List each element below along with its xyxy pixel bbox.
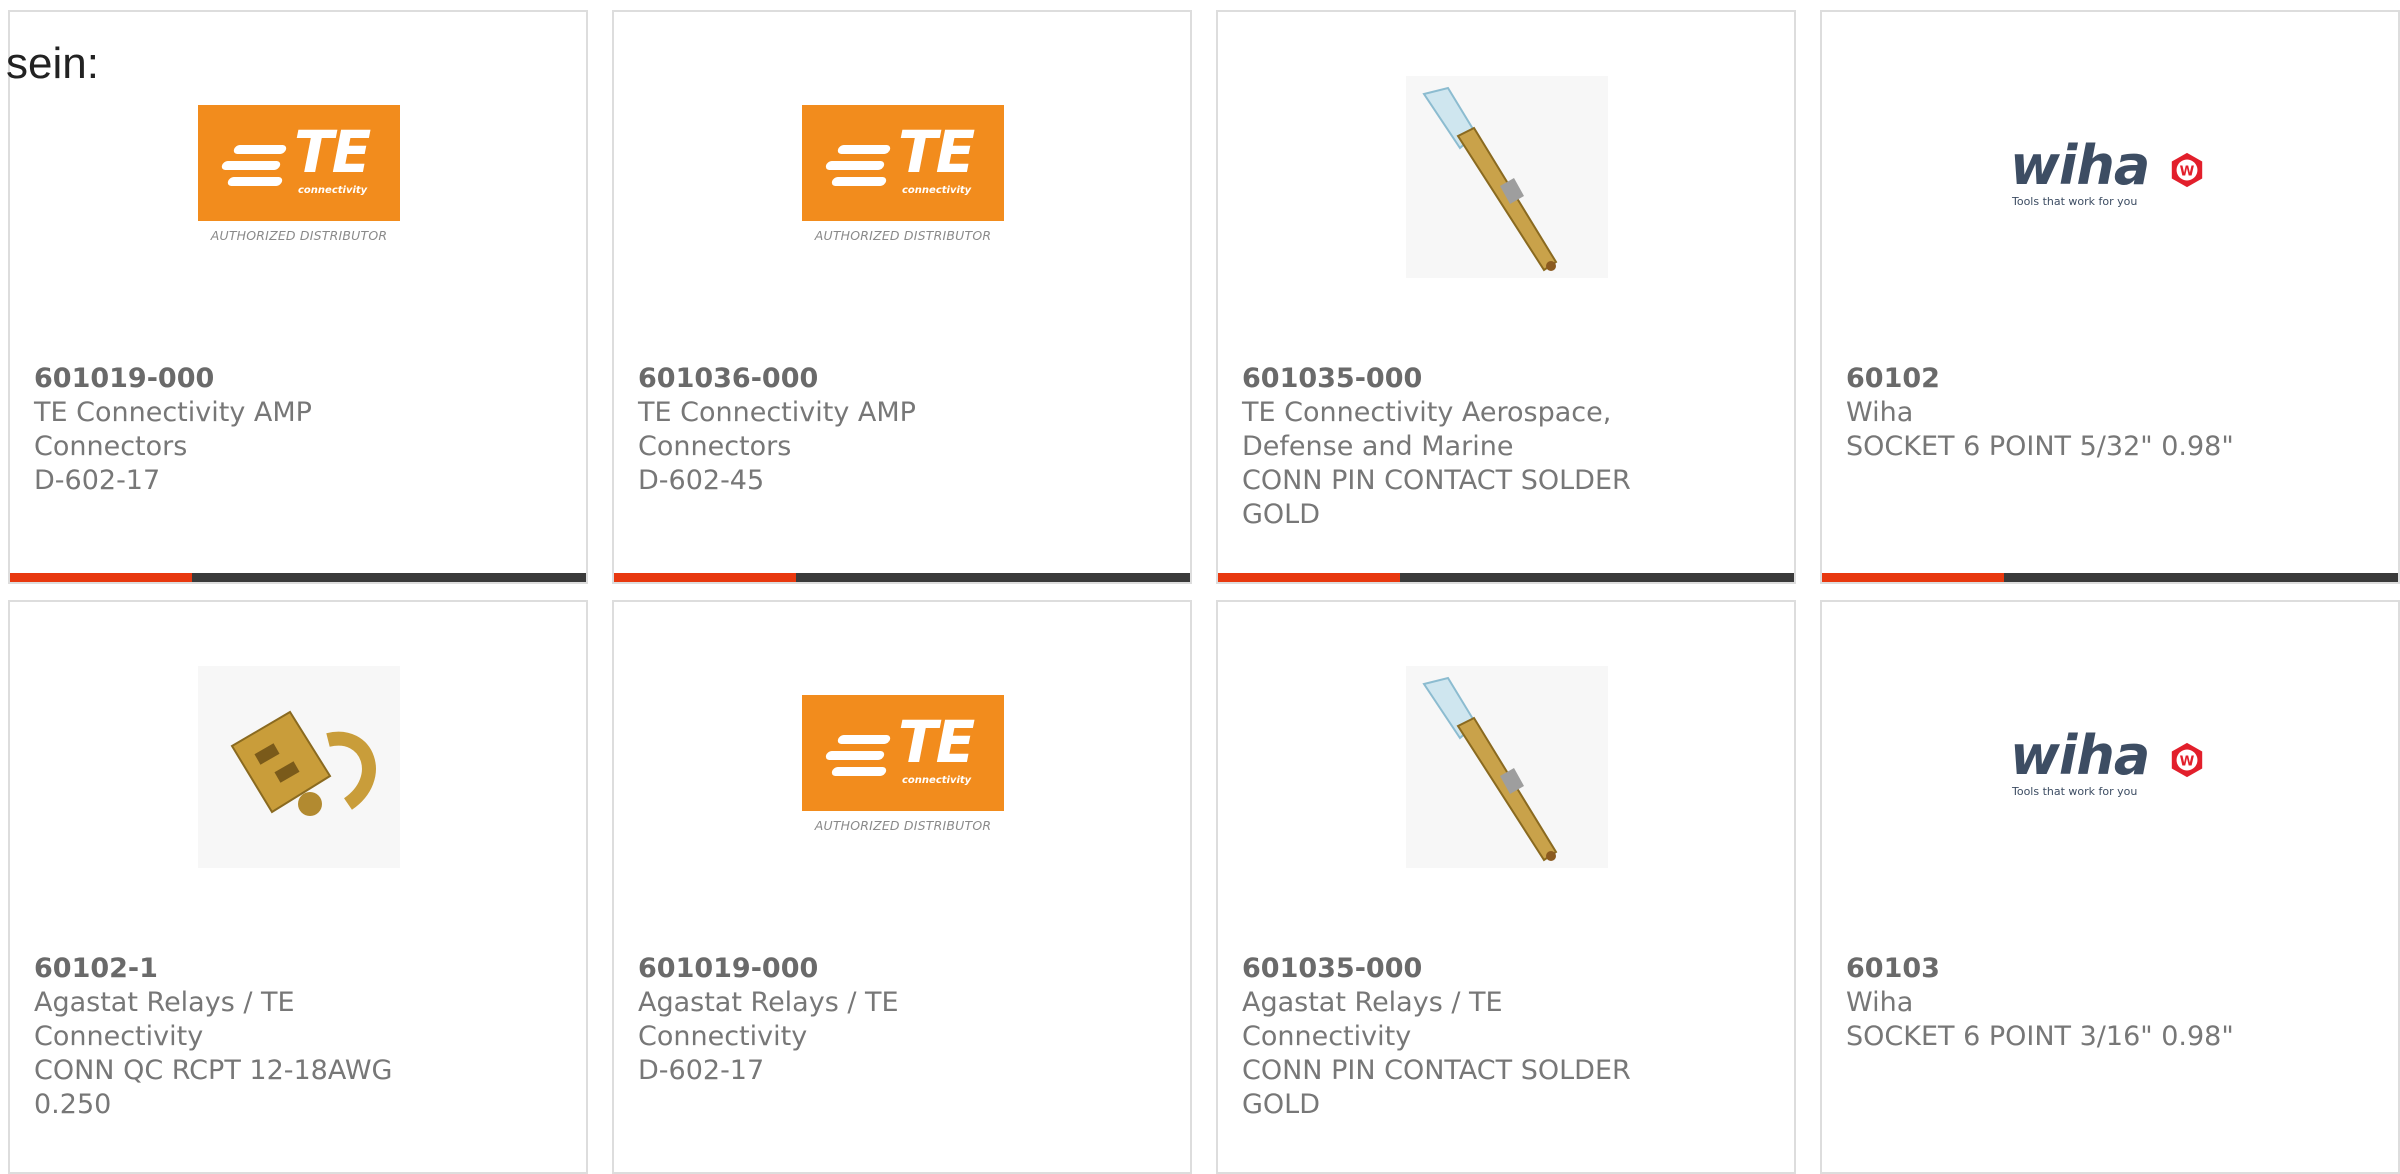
product-info: 601035-000 TE Connectivity Aerospace, De…	[1242, 362, 1762, 532]
wiha-badge-icon: W	[2171, 742, 2203, 778]
pin-contact-photo	[1406, 666, 1608, 868]
product-image[interactable]: wiha W Tools that work for you	[2010, 666, 2212, 868]
product-card[interactable]: TE connectivity AUTHORIZED DISTRIBUTOR 6…	[8, 10, 588, 584]
part-number[interactable]: 601035-000	[1242, 952, 1762, 986]
wiha-word: wiha	[2010, 134, 2150, 197]
part-number[interactable]: 60102-1	[34, 952, 554, 986]
wiha-logo: wiha W Tools that work for you	[2010, 137, 2212, 217]
manufacturer: Wiha	[1846, 397, 1914, 428]
description: CONN PIN CONTACT SOLDER GOLD	[1242, 465, 1631, 530]
product-image[interactable]	[1406, 666, 1608, 868]
wiha-word: wiha	[2010, 724, 2150, 787]
product-grid: TE connectivity AUTHORIZED DISTRIBUTOR 6…	[0, 0, 2400, 1174]
te-connectivity-logo: TE connectivity AUTHORIZED DISTRIBUTOR	[198, 104, 400, 250]
svg-text:W: W	[2180, 165, 2195, 180]
card-bar-accent	[10, 573, 192, 582]
card-bar	[10, 573, 586, 582]
description: CONN QC RCPT 12-18AWG 0.250	[34, 1055, 393, 1120]
description: D-602-45	[638, 465, 765, 496]
te-caption: AUTHORIZED DISTRIBUTOR	[814, 817, 992, 833]
card-bar-accent	[1218, 573, 1400, 582]
card-bar	[614, 573, 1190, 582]
product-card[interactable]: wiha W Tools that work for you 60102 Wih…	[1820, 10, 2400, 584]
te-connectivity-logo: TE connectivity AUTHORIZED DISTRIBUTOR	[802, 104, 1004, 250]
quick-connect-photo	[198, 666, 400, 868]
product-image[interactable]: TE connectivity AUTHORIZED DISTRIBUTOR	[198, 76, 400, 278]
part-number[interactable]: 601019-000	[34, 362, 554, 396]
part-number[interactable]: 60102	[1846, 362, 2366, 396]
manufacturer: TE Connectivity AMP Connectors	[34, 397, 312, 462]
card-bar	[1218, 573, 1794, 582]
te-mark: TE	[294, 117, 371, 186]
te-sub: connectivity	[902, 774, 972, 786]
manufacturer: Agastat Relays / TE Connectivity	[34, 987, 295, 1052]
manufacturer: TE Connectivity AMP Connectors	[638, 397, 916, 462]
svg-text:W: W	[2180, 755, 2195, 770]
te-logo-box: TE connectivity	[802, 694, 1004, 811]
te-caption: AUTHORIZED DISTRIBUTOR	[814, 227, 992, 243]
te-connectivity-logo: TE connectivity AUTHORIZED DISTRIBUTOR	[802, 694, 1004, 840]
product-info: 601036-000 TE Connectivity AMP Connector…	[638, 362, 1158, 498]
product-card[interactable]: 601035-000 Agastat Relays / TE Connectiv…	[1216, 600, 1796, 1174]
product-info: 601019-000 TE Connectivity AMP Connector…	[34, 362, 554, 498]
product-info: 60102-1 Agastat Relays / TE Connectivity…	[34, 952, 554, 1122]
wiha-badge-icon: W	[2171, 152, 2203, 188]
manufacturer: Agastat Relays / TE Connectivity	[1242, 987, 1503, 1052]
description: SOCKET 6 POINT 3/16" 0.98"	[1846, 1021, 2234, 1052]
product-info: 601019-000 Agastat Relays / TE Connectiv…	[638, 952, 1158, 1088]
product-card[interactable]: TE connectivity AUTHORIZED DISTRIBUTOR 6…	[612, 10, 1192, 584]
part-number[interactable]: 601019-000	[638, 952, 1158, 986]
product-image[interactable]: wiha W Tools that work for you	[2010, 76, 2212, 278]
card-bar-accent	[614, 573, 796, 582]
card-bar-accent	[1822, 573, 2004, 582]
te-caption: AUTHORIZED DISTRIBUTOR	[210, 227, 388, 243]
product-image[interactable]	[1406, 76, 1608, 278]
manufacturer: Wiha	[1846, 987, 1914, 1018]
product-card[interactable]: 60102-1 Agastat Relays / TE Connectivity…	[8, 600, 588, 1174]
product-info: 60103 Wiha SOCKET 6 POINT 3/16" 0.98"	[1846, 952, 2366, 1054]
product-image[interactable]	[198, 666, 400, 868]
te-logo-box: TE connectivity	[802, 104, 1004, 221]
product-card[interactable]: wiha W Tools that work for you 60103 Wih…	[1820, 600, 2400, 1174]
part-number[interactable]: 601036-000	[638, 362, 1158, 396]
product-image[interactable]: TE connectivity AUTHORIZED DISTRIBUTOR	[802, 666, 1004, 868]
wiha-logo: wiha W Tools that work for you	[2010, 727, 2212, 807]
product-card[interactable]: TE connectivity AUTHORIZED DISTRIBUTOR 6…	[612, 600, 1192, 1174]
part-number[interactable]: 60103	[1846, 952, 2366, 986]
te-mark: TE	[898, 117, 975, 186]
te-sub: connectivity	[902, 184, 972, 196]
manufacturer: TE Connectivity Aerospace, Defense and M…	[1242, 397, 1612, 462]
te-logo-box: TE connectivity	[198, 104, 400, 221]
description: SOCKET 6 POINT 5/32" 0.98"	[1846, 431, 2234, 462]
product-info: 601035-000 Agastat Relays / TE Connectiv…	[1242, 952, 1762, 1122]
intro-text: sein:	[6, 39, 99, 88]
manufacturer: Agastat Relays / TE Connectivity	[638, 987, 899, 1052]
description: D-602-17	[34, 465, 161, 496]
description: CONN PIN CONTACT SOLDER GOLD	[1242, 1055, 1631, 1120]
wiha-tagline: Tools that work for you	[2012, 195, 2138, 208]
product-card[interactable]: 601035-000 TE Connectivity Aerospace, De…	[1216, 10, 1796, 584]
pin-contact-photo	[1406, 76, 1608, 278]
product-info: 60102 Wiha SOCKET 6 POINT 5/32" 0.98"	[1846, 362, 2366, 464]
te-sub: connectivity	[298, 184, 368, 196]
product-image[interactable]: TE connectivity AUTHORIZED DISTRIBUTOR	[802, 76, 1004, 278]
part-number[interactable]: 601035-000	[1242, 362, 1762, 396]
description: D-602-17	[638, 1055, 765, 1086]
wiha-tagline: Tools that work for you	[2012, 785, 2138, 798]
card-bar	[1822, 573, 2398, 582]
te-mark: TE	[898, 707, 975, 776]
